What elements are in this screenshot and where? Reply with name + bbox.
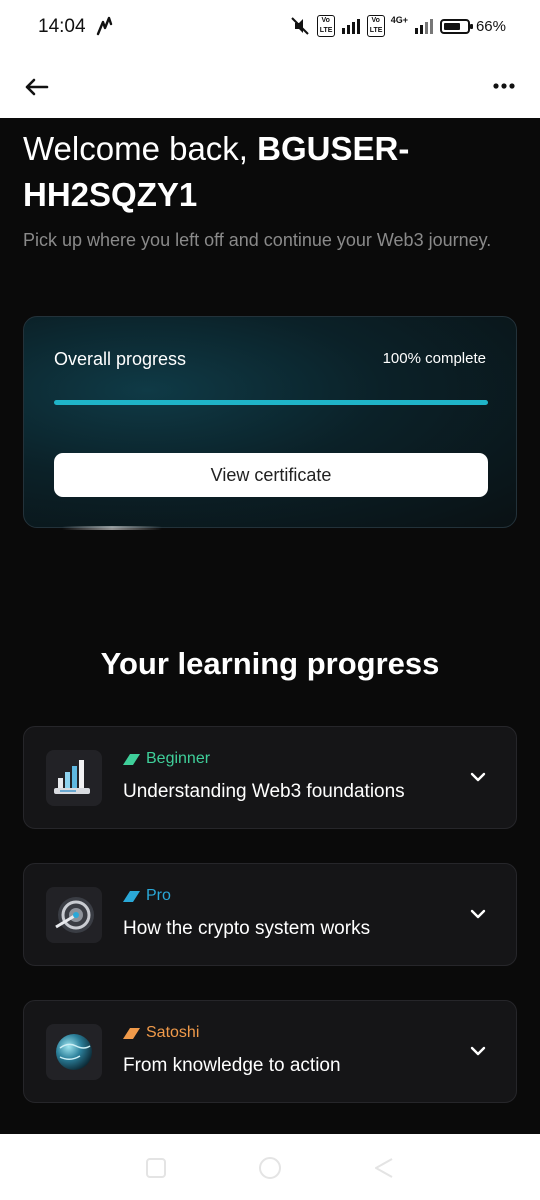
more-options-icon[interactable]: [492, 74, 516, 98]
back-nav-icon[interactable]: [372, 1156, 396, 1180]
app-header: [0, 56, 540, 118]
learning-progress-title: Your learning progress: [100, 646, 440, 681]
progress-label: Overall progress: [54, 349, 187, 369]
status-bar: 14:04 Vo LTE Vo LTE 4G+ 66%: [0, 0, 540, 56]
course-title: Understanding Web3 foundations: [123, 781, 405, 802]
volte-icon-2: Vo LTE: [366, 15, 385, 37]
battery-percent: 66%: [475, 17, 506, 35]
mute-icon: [290, 17, 309, 35]
level-slash-icon: [123, 753, 140, 765]
course-level-badge: Satoshi: [123, 1024, 199, 1042]
home-icon[interactable]: [258, 1156, 282, 1180]
view-certificate-button[interactable]: View certificate: [54, 453, 488, 497]
course-level-badge: Beginner: [123, 750, 210, 768]
crypto-coin-icon: [46, 887, 102, 943]
chevron-down-icon[interactable]: [468, 767, 488, 787]
progress-bar-fill: [54, 400, 488, 405]
course-level: Pro: [146, 887, 171, 904]
level-slash-icon: [123, 890, 140, 902]
main-content: Welcome back, BGUSER-HH2SQZY1 Pick up wh…: [0, 118, 540, 1134]
greeting-text: Welcome back,: [23, 130, 248, 167]
back-arrow-icon[interactable]: [22, 72, 52, 102]
bar-chart-icon: [46, 750, 102, 806]
chevron-down-icon[interactable]: [468, 904, 488, 924]
status-time: 14:04: [38, 16, 86, 37]
welcome-heading: Welcome back, BGUSER-HH2SQZY1: [23, 126, 503, 218]
course-level: Beginner: [146, 750, 211, 767]
course-card-pro[interactable]: Pro How the crypto system works: [23, 863, 517, 966]
course-title: How the crypto system works: [123, 918, 371, 939]
overall-progress-card: Overall progress 100% complete View cert…: [23, 316, 517, 528]
course-card-satoshi[interactable]: Satoshi From knowledge to action: [23, 1000, 517, 1103]
course-level: Satoshi: [146, 1024, 200, 1041]
chevron-down-icon[interactable]: [468, 1041, 488, 1061]
status-icons: Vo LTE Vo LTE 4G+ 66%: [289, 15, 506, 37]
card-shine-decoration: [62, 526, 162, 530]
network-type: 4G+: [390, 15, 408, 25]
signal-icon: [341, 19, 360, 34]
signal-icon-2: [414, 19, 433, 34]
course-title: From knowledge to action: [123, 1055, 341, 1076]
progress-percent: 100% complete: [382, 350, 486, 367]
welcome-subtitle: Pick up where you left off and continue …: [23, 230, 492, 250]
level-slash-icon: [123, 1027, 140, 1039]
course-card-beginner[interactable]: Beginner Understanding Web3 foundations: [23, 726, 517, 829]
battery-icon: [439, 18, 473, 34]
recent-apps-icon[interactable]: [144, 1156, 168, 1180]
volte-icon: Vo LTE: [316, 15, 335, 37]
course-level-badge: Pro: [123, 887, 171, 905]
system-nav-bar: [0, 1134, 540, 1200]
globe-icon: [46, 1024, 102, 1080]
progress-bar: [54, 400, 488, 405]
activity-icon: [96, 16, 113, 36]
